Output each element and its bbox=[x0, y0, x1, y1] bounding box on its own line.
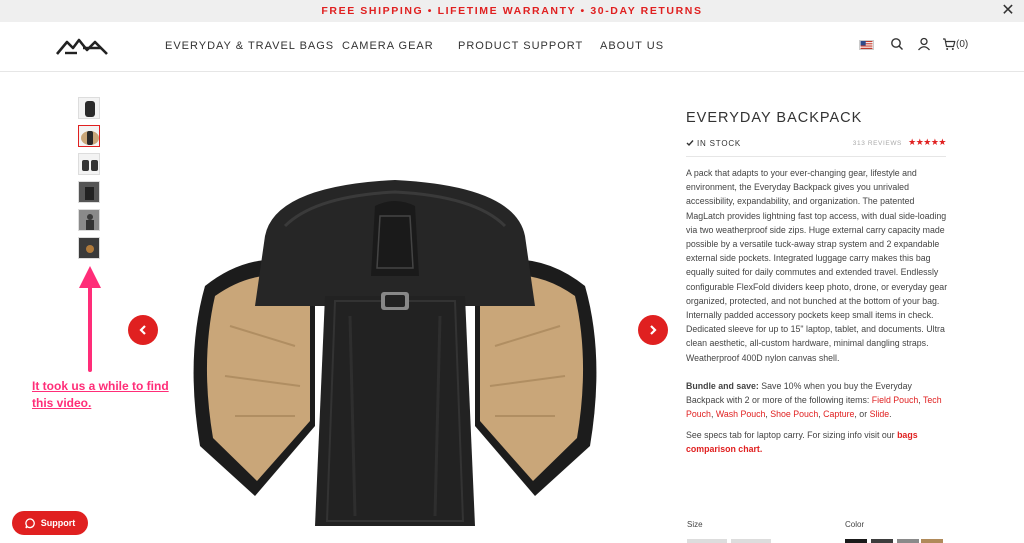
thumbnail-4[interactable] bbox=[78, 181, 100, 203]
peak-design-logo[interactable] bbox=[55, 34, 111, 58]
period: . bbox=[759, 444, 763, 455]
thumbnail-1[interactable] bbox=[78, 97, 100, 119]
color-swatch-black[interactable] bbox=[845, 539, 867, 543]
close-icon[interactable]: ✕ bbox=[1000, 3, 1016, 19]
product-title: EVERYDAY BACKPACK bbox=[686, 110, 863, 126]
specs-note: See specs tab for laptop carry. For sizi… bbox=[686, 428, 948, 456]
promo-text: FREE SHIPPING • LIFETIME WARRANTY • 30-D… bbox=[321, 5, 703, 17]
chat-icon bbox=[25, 517, 35, 528]
video-thumb-icon bbox=[79, 238, 99, 258]
link-field-pouch[interactable]: Field Pouch bbox=[872, 395, 918, 405]
product-description: A pack that adapts to your ever-changing… bbox=[686, 168, 948, 363]
link-shoe-pouch[interactable]: Shoe Pouch bbox=[770, 409, 818, 419]
link-capture[interactable]: Capture bbox=[823, 409, 854, 419]
carousel-prev-button[interactable] bbox=[128, 315, 158, 345]
cart-icon[interactable] bbox=[942, 37, 956, 51]
annotation-arrow bbox=[79, 266, 101, 372]
size-option-1[interactable] bbox=[687, 539, 727, 543]
nav-everyday-travel-bags[interactable]: EVERYDAY & TRAVEL BAGS bbox=[165, 40, 334, 52]
color-label: Color bbox=[845, 520, 865, 529]
reviews-link[interactable]: 313 REVIEWS bbox=[853, 140, 902, 147]
color-swatch-tan[interactable] bbox=[921, 539, 943, 543]
support-button[interactable]: Support bbox=[12, 511, 88, 535]
person-thumb-icon bbox=[79, 210, 99, 230]
annotation-text: It took us a while to find this video. bbox=[32, 379, 169, 410]
link-slide[interactable]: Slide bbox=[870, 409, 890, 419]
video-thumbnail[interactable] bbox=[78, 237, 100, 259]
specs-text: See specs tab for laptop carry. For sizi… bbox=[686, 430, 898, 440]
stock-row: IN STOCK 313 REVIEWS ★★★★★ bbox=[686, 137, 946, 157]
star-rating[interactable]: ★★★★★ bbox=[908, 137, 946, 148]
bundle-lead: Bundle and save: bbox=[686, 381, 759, 391]
size-option-2[interactable] bbox=[731, 539, 771, 543]
site-header: EVERYDAY & TRAVEL BAGS CAMERA GEAR PRODU… bbox=[0, 22, 1024, 72]
period: . bbox=[889, 409, 892, 420]
check-icon bbox=[686, 140, 694, 147]
or-text: or bbox=[859, 409, 870, 420]
nav-camera-gear[interactable]: CAMERA GEAR bbox=[342, 40, 434, 52]
size-label: Size bbox=[687, 520, 703, 529]
promo-bar: FREE SHIPPING • LIFETIME WARRANTY • 30-D… bbox=[0, 0, 1024, 22]
nav-about-us[interactable]: ABOUT US bbox=[600, 40, 664, 52]
thumbnail-3[interactable] bbox=[78, 153, 100, 175]
stock-text: IN STOCK bbox=[697, 139, 742, 148]
chevron-left-icon bbox=[139, 325, 146, 335]
thumbnail-2[interactable] bbox=[78, 125, 100, 147]
thumbnail-5[interactable] bbox=[78, 209, 100, 231]
bundle-offer: Bundle and save: Save 10% when you buy t… bbox=[686, 379, 948, 422]
product-main-image bbox=[193, 180, 597, 526]
backpack-thumb-icon bbox=[85, 101, 95, 117]
color-swatch-charcoal[interactable] bbox=[871, 539, 893, 543]
stock-status: IN STOCK bbox=[686, 139, 741, 148]
chevron-right-icon bbox=[650, 325, 657, 335]
cart-count[interactable]: (0) bbox=[956, 39, 968, 50]
carousel-next-button[interactable] bbox=[638, 315, 668, 345]
color-swatch-ash[interactable] bbox=[897, 539, 919, 543]
backpack-open-thumb-icon bbox=[81, 131, 99, 145]
product-details: EVERYDAY BACKPACK IN STOCK 313 REVIEWS ★… bbox=[686, 110, 947, 454]
two-bags-thumb-icon bbox=[82, 160, 98, 171]
user-icon[interactable] bbox=[917, 37, 931, 51]
lifestyle-thumb-icon bbox=[79, 182, 99, 202]
link-wash-pouch[interactable]: Wash Pouch bbox=[716, 409, 766, 419]
nav-product-support[interactable]: PRODUCT SUPPORT bbox=[458, 40, 583, 52]
search-icon[interactable] bbox=[890, 37, 904, 51]
support-label: Support bbox=[40, 518, 76, 528]
flag-us-icon[interactable] bbox=[859, 40, 874, 50]
